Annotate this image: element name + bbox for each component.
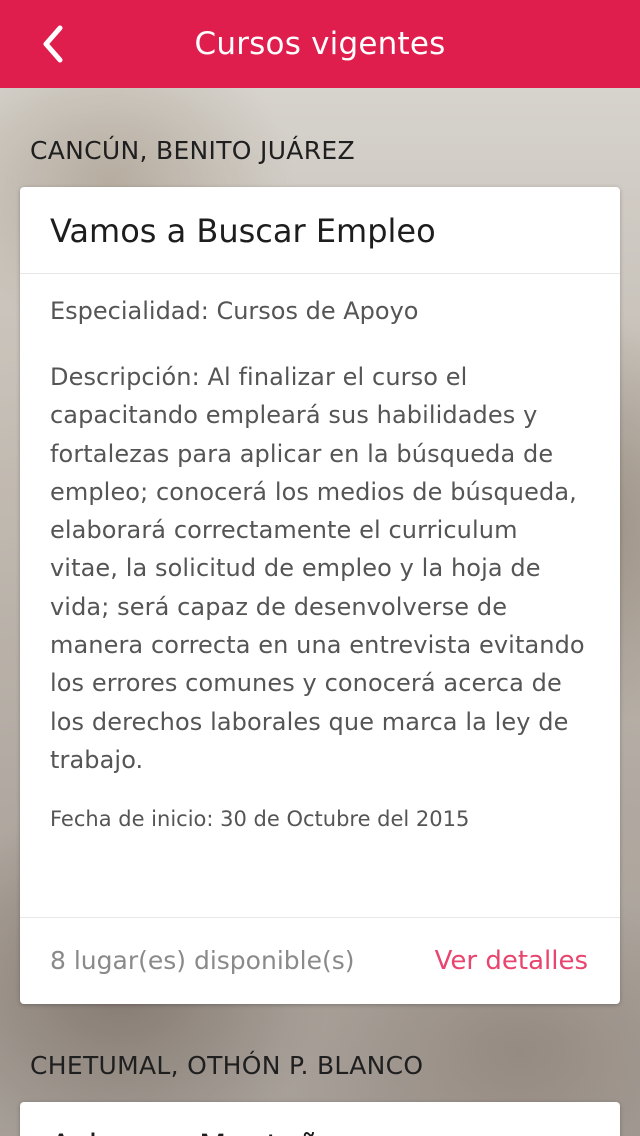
course-body: Especialidad: Cursos de Apoyo Descripció… (20, 274, 620, 834)
course-footer: 8 lugar(es) disponible(s) Ver detalles (20, 917, 620, 1004)
course-title: Ashanga Montaña (20, 1102, 620, 1136)
navigation-bar: Cursos vigentes (0, 0, 640, 88)
location-header-chetumal: CHETUMAL, OTHÓN P. BLANCO (30, 1051, 424, 1080)
course-start-date: Fecha de inicio: 30 de Octubre del 2015 (50, 807, 470, 832)
course-specialty: Especialidad: Cursos de Apoyo (50, 297, 419, 325)
course-card: Vamos a Buscar Empleo Especialidad: Curs… (20, 187, 620, 1004)
course-card: Ashanga Montaña (20, 1102, 620, 1136)
page-title: Cursos vigentes (194, 26, 446, 62)
course-title: Vamos a Buscar Empleo (20, 187, 620, 274)
view-details-link[interactable]: Ver detalles (435, 946, 588, 976)
course-description: Descripción: Al finalizar el curso el ca… (50, 363, 585, 774)
available-seats: 8 lugar(es) disponible(s) (50, 946, 355, 975)
location-header-cancun: CANCÚN, BENITO JUÁREZ (30, 136, 355, 165)
